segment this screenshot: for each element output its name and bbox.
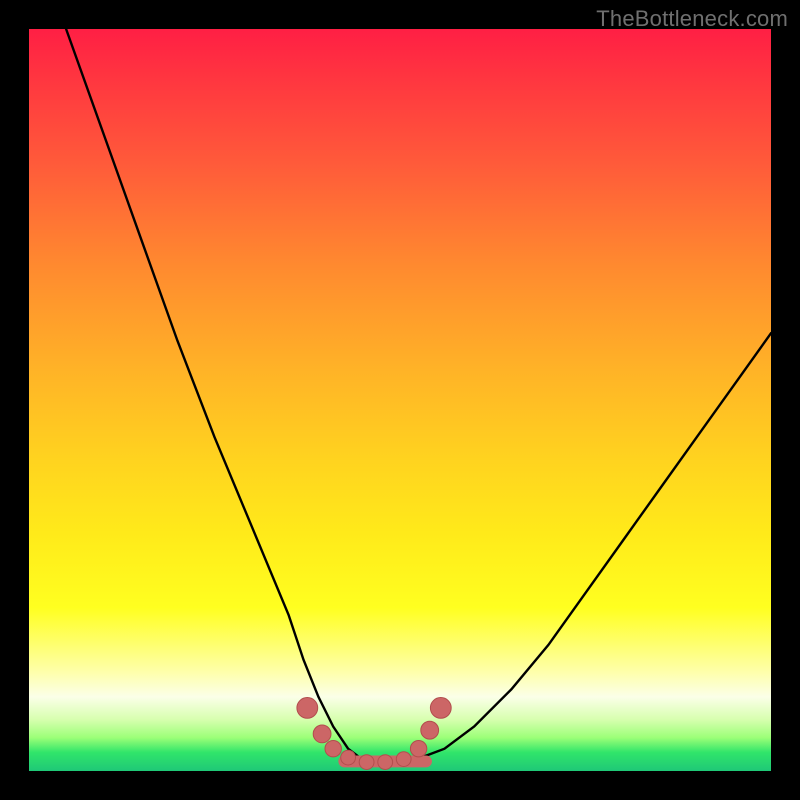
curve-marker [313, 725, 331, 743]
curve-marker [341, 750, 356, 765]
chart-plot-area [29, 29, 771, 771]
outer-frame: TheBottleneck.com [0, 0, 800, 800]
curve-marker [325, 741, 341, 757]
chart-svg [29, 29, 771, 771]
curve-marker [430, 698, 451, 719]
curve-marker [421, 721, 439, 739]
watermark-label: TheBottleneck.com [596, 6, 788, 32]
curve-marker [410, 741, 426, 757]
curve-marker [378, 755, 393, 770]
curve-marker [297, 698, 318, 719]
curve-marker [396, 752, 411, 767]
curve-marker [359, 755, 374, 770]
bottleneck-curve [66, 29, 771, 764]
curve-group [66, 29, 771, 769]
